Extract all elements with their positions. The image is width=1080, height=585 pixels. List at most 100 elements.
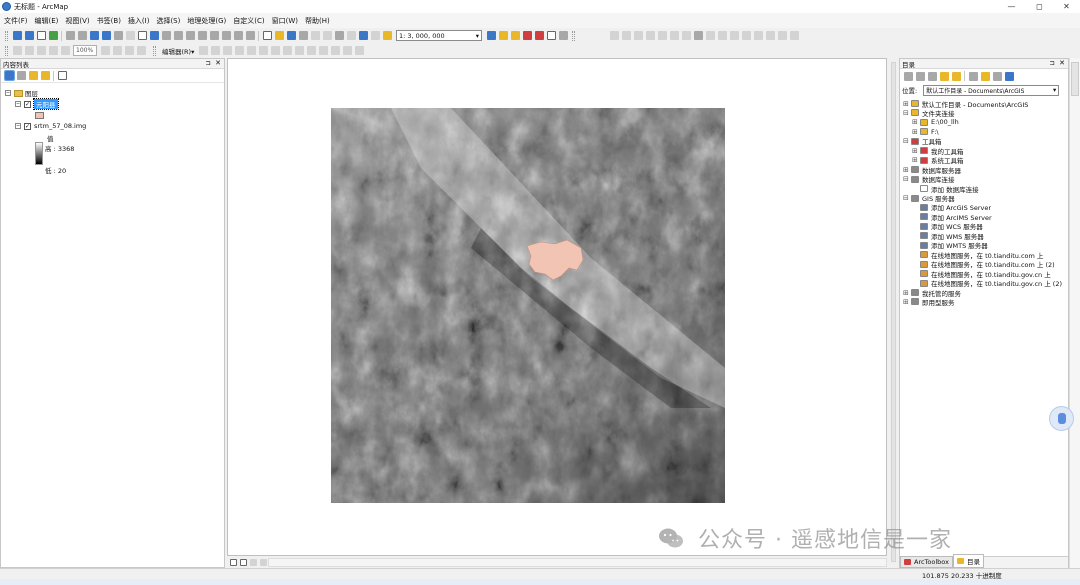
- menu-customize[interactable]: 自定义(C): [233, 16, 264, 26]
- catalog-tree-item[interactable]: 在线地图服务，在 t0.tianditu.gov.cn 上: [912, 269, 1051, 279]
- minimize-button[interactable]: —: [998, 0, 1025, 13]
- arctoolbox-icon[interactable]: [534, 31, 544, 40]
- toolbar-grip[interactable]: [153, 45, 156, 56]
- go-to-xy-icon[interactable]: [221, 31, 231, 40]
- end-point-arc-icon[interactable]: [234, 46, 244, 55]
- edit-tool-icon[interactable]: [198, 46, 208, 55]
- change-layout-icon[interactable]: [124, 46, 134, 55]
- panel-splitter[interactable]: [889, 58, 898, 568]
- layout-focus-icon[interactable]: [789, 31, 799, 40]
- pause-drawing-icon[interactable]: [259, 559, 267, 566]
- edit-vertices2-icon[interactable]: [270, 46, 280, 55]
- georeference-icon[interactable]: [717, 31, 727, 40]
- html-popup-icon[interactable]: [173, 31, 183, 40]
- forward-icon[interactable]: [101, 31, 111, 40]
- attributes-icon[interactable]: [669, 31, 679, 40]
- create-features2-icon[interactable]: [354, 46, 364, 55]
- catalog-tree-item[interactable]: ⊞ 数据库服务器: [903, 165, 961, 175]
- connect-folder-icon[interactable]: [951, 71, 961, 81]
- data-driven-pages-icon[interactable]: [136, 46, 146, 55]
- catalog-tree-item[interactable]: ⊞ E:\00_llh: [912, 118, 959, 127]
- catalog-tree-item[interactable]: ⊟ 工具箱: [903, 137, 942, 146]
- select-features-icon[interactable]: [113, 31, 123, 40]
- layer-name[interactable]: srtm_57_08.img: [34, 122, 86, 130]
- attributes2-icon[interactable]: [330, 46, 340, 55]
- expand-icon[interactable]: ⊞: [903, 100, 911, 108]
- delete-icon[interactable]: [346, 31, 356, 40]
- expand-icon[interactable]: ⊞: [912, 128, 920, 136]
- print-icon[interactable]: [298, 31, 308, 40]
- floating-assistant-button[interactable]: [1049, 406, 1074, 431]
- dem-raster-layer[interactable]: [331, 108, 725, 503]
- chevron-down-icon[interactable]: ▾: [1053, 86, 1056, 94]
- menu-selection[interactable]: 选择(S): [156, 16, 180, 26]
- catalog-tree-item[interactable]: ⊟ 文件夹连接: [903, 108, 955, 118]
- paste-icon[interactable]: [334, 31, 344, 40]
- collapsed-search-tab[interactable]: [1071, 62, 1079, 96]
- menu-insert[interactable]: 插入(I): [128, 16, 150, 26]
- catalog-window-icon[interactable]: [510, 31, 520, 40]
- back-icon[interactable]: [89, 31, 99, 40]
- menu-geoprocessing[interactable]: 地理处理(G): [187, 16, 226, 26]
- catalog-tree-item[interactable]: ⊟ GIS 服务器: [903, 194, 955, 203]
- menu-edit[interactable]: 编辑(E): [35, 16, 59, 26]
- layout-zoom-combobox[interactable]: 100%: [73, 45, 97, 56]
- tab-arctoolbox[interactable]: ArcToolbox: [900, 556, 953, 568]
- zoom-in-icon[interactable]: [12, 31, 22, 40]
- toolbar-grip[interactable]: [5, 30, 8, 41]
- layout-page-icon[interactable]: [765, 31, 775, 40]
- toc-options-icon[interactable]: [57, 71, 67, 80]
- rotate-tool-icon[interactable]: [318, 46, 328, 55]
- undo-icon[interactable]: [358, 31, 368, 40]
- toggle-draft-icon[interactable]: [100, 46, 110, 55]
- topology-icon[interactable]: [705, 31, 715, 40]
- new-folder-icon[interactable]: [980, 71, 990, 81]
- list-by-selection-icon[interactable]: [40, 71, 50, 80]
- catalog-tree-item[interactable]: 在线地图服务，在 t0.tianditu.com 上: [912, 250, 1043, 260]
- pin-icon[interactable]: ⊐: [1050, 59, 1055, 67]
- catalog-tree-item[interactable]: ⊞ 系统工具箱: [912, 156, 964, 165]
- find-route-icon[interactable]: [209, 31, 219, 40]
- layout-zoom-out-icon[interactable]: [24, 46, 34, 55]
- back-icon[interactable]: [903, 71, 913, 81]
- add-data-icon[interactable]: [382, 31, 392, 40]
- layer-visibility-checkbox[interactable]: ✓: [24, 122, 31, 130]
- menu-help[interactable]: 帮助(H): [305, 16, 330, 26]
- splitter-bar[interactable]: [891, 62, 896, 562]
- layout-view-icon[interactable]: [753, 31, 763, 40]
- home-icon[interactable]: [939, 71, 949, 81]
- horizontal-scrollbar[interactable]: [268, 558, 887, 567]
- up-level-icon[interactable]: [927, 71, 937, 81]
- hyperlink-icon[interactable]: [161, 31, 171, 40]
- catalog-tree-item[interactable]: 添加 WCS 服务器: [912, 222, 983, 231]
- model-builder-icon[interactable]: [558, 31, 568, 40]
- polygon-symbol-swatch[interactable]: [35, 112, 44, 119]
- close-window-button[interactable]: ✕: [1053, 0, 1080, 13]
- split-icon[interactable]: [645, 31, 655, 40]
- split-tool-icon[interactable]: [306, 46, 316, 55]
- data-view-icon[interactable]: [229, 559, 237, 566]
- select-elements-icon[interactable]: [137, 31, 147, 40]
- catalog-tree-item[interactable]: 添加 WMTS 服务器: [912, 241, 988, 250]
- catalog-tree-item[interactable]: ⊞ 默认工作目录 - Documents\ArcGIS: [903, 99, 1028, 109]
- sketch-props2-icon[interactable]: [342, 46, 352, 55]
- expand-icon[interactable]: ⊞: [903, 298, 911, 306]
- close-icon[interactable]: ✕: [215, 59, 221, 67]
- focus-data-frame-icon[interactable]: [112, 46, 122, 55]
- zoom-out-icon[interactable]: [24, 31, 34, 40]
- catalog-tree-item[interactable]: 添加 数据库连接: [912, 184, 979, 194]
- catalog-tree-item[interactable]: ⊞ 即用型服务: [903, 297, 955, 307]
- tab-catalog[interactable]: 目录: [952, 554, 984, 568]
- layout-extent-icon[interactable]: [777, 31, 787, 40]
- reshape2-icon[interactable]: [282, 46, 292, 55]
- open-icon[interactable]: [274, 31, 284, 40]
- catalog-tree-item[interactable]: 添加 ArcGIS Server: [912, 203, 991, 212]
- snapping-icon[interactable]: [609, 31, 619, 40]
- edit-vertices-icon[interactable]: [621, 31, 631, 40]
- list-by-visibility-icon[interactable]: [28, 71, 38, 80]
- search-window-icon[interactable]: [522, 31, 532, 40]
- catalog-tree-item[interactable]: 添加 ArcIMS Server: [912, 212, 992, 222]
- new-document-icon[interactable]: [262, 31, 272, 40]
- editor-toolbar-icon[interactable]: [486, 31, 496, 40]
- layer-visibility-checkbox[interactable]: ✓: [24, 100, 31, 108]
